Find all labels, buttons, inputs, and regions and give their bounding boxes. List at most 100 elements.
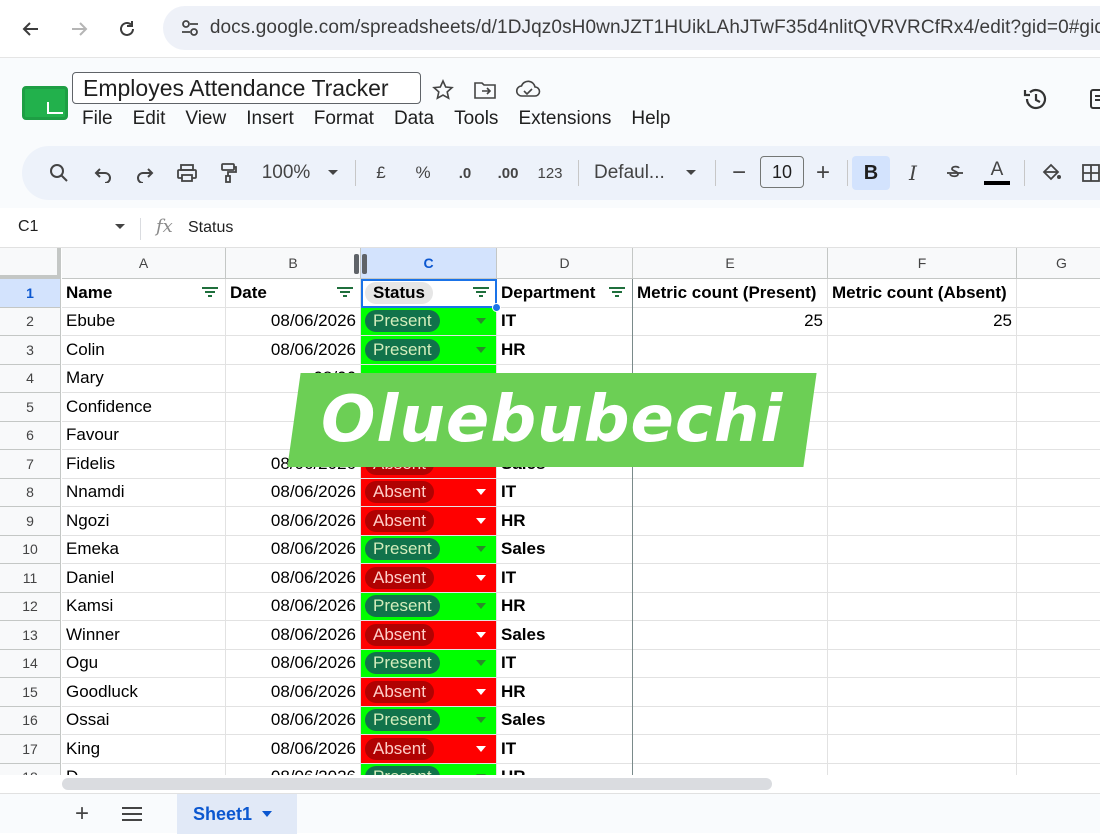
status-cell[interactable]: Present — [361, 706, 497, 735]
metric-absent-cell[interactable] — [828, 421, 1017, 450]
name-box-dropdown-icon[interactable] — [114, 220, 126, 234]
name-cell[interactable]: Mary — [62, 364, 226, 393]
empty-cell[interactable] — [1017, 536, 1100, 564]
row-header[interactable]: 5 — [0, 393, 61, 422]
status-dropdown-icon[interactable] — [476, 346, 486, 353]
metric-absent-cell[interactable] — [828, 763, 1017, 775]
italic-button[interactable]: I — [898, 156, 928, 190]
increase-decimal-button[interactable]: .00 — [492, 156, 524, 190]
add-sheet-button[interactable]: + — [70, 800, 94, 827]
department-cell[interactable]: Sales — [497, 535, 633, 564]
forward-icon[interactable] — [62, 12, 96, 46]
empty-cell[interactable] — [1017, 650, 1100, 678]
empty-cell[interactable] — [1017, 507, 1100, 536]
metric-absent-cell[interactable] — [828, 336, 1017, 365]
sheet-tab-active[interactable]: Sheet1 — [177, 794, 297, 834]
print-icon[interactable] — [172, 156, 202, 190]
strikethrough-icon[interactable] — [940, 156, 970, 190]
status-dropdown-icon[interactable] — [476, 489, 486, 496]
back-icon[interactable] — [14, 12, 48, 46]
select-all-corner[interactable] — [0, 248, 61, 279]
date-cell[interactable]: 08/06/2026 — [226, 592, 361, 621]
metric-present-cell[interactable] — [633, 621, 828, 650]
more-formats-button[interactable]: 123 — [534, 156, 566, 190]
empty-cell[interactable] — [1017, 336, 1100, 365]
empty-cell[interactable] — [1017, 593, 1100, 621]
decrease-decimal-button[interactable]: .0 — [450, 156, 480, 190]
metric-absent-cell[interactable] — [828, 507, 1017, 536]
name-cell[interactable]: Daniel — [62, 564, 226, 593]
row-header[interactable]: 2 — [0, 307, 61, 336]
row-header[interactable]: 18 — [0, 763, 61, 775]
cloud-saved-icon[interactable] — [514, 76, 542, 104]
empty-cell[interactable] — [1017, 564, 1100, 593]
metric-absent-cell[interactable] — [828, 678, 1017, 707]
status-dropdown-icon[interactable] — [476, 546, 486, 553]
row-header[interactable]: 12 — [0, 592, 61, 621]
department-cell[interactable]: HR — [497, 592, 633, 621]
menu-file[interactable]: File — [72, 106, 123, 132]
move-folder-icon[interactable] — [471, 76, 499, 104]
empty-cell[interactable] — [1017, 393, 1100, 422]
date-cell[interactable]: 08/06/2026 — [226, 564, 361, 593]
status-cell[interactable]: Absent — [361, 478, 497, 507]
name-cell[interactable]: King — [62, 735, 226, 764]
status-cell[interactable]: Present — [361, 535, 497, 564]
fill-handle[interactable] — [492, 302, 501, 312]
menu-insert[interactable]: Insert — [236, 106, 304, 132]
paint-format-icon[interactable] — [214, 156, 244, 190]
column-header-f[interactable]: F — [828, 248, 1017, 279]
department-cell[interactable]: IT — [497, 649, 633, 678]
department-cell[interactable]: IT — [497, 478, 633, 507]
status-dropdown-icon[interactable] — [476, 574, 486, 581]
undo-icon[interactable] — [88, 156, 118, 190]
site-settings-icon[interactable] — [171, 17, 210, 39]
font-dropdown-icon[interactable] — [682, 156, 700, 190]
text-color-button[interactable]: A — [982, 156, 1012, 190]
metric-present-cell[interactable] — [633, 678, 828, 707]
empty-cell[interactable] — [1017, 279, 1100, 308]
address-bar[interactable]: docs.google.com/spreadsheets/d/1DJqz0sH0… — [163, 6, 1100, 50]
metric-present-cell[interactable] — [633, 336, 828, 365]
status-dropdown-icon[interactable] — [476, 318, 486, 325]
filter-icon[interactable] — [202, 287, 218, 299]
menu-extensions[interactable]: Extensions — [508, 106, 621, 132]
status-cell[interactable]: Present — [361, 763, 497, 775]
empty-cell[interactable] — [1017, 365, 1100, 393]
status-dropdown-icon[interactable] — [476, 688, 486, 695]
metric-absent-cell[interactable]: 25 — [828, 307, 1017, 336]
metric-absent-cell[interactable] — [828, 649, 1017, 678]
horizontal-scrollbar[interactable] — [62, 778, 772, 790]
row-header[interactable]: 8 — [0, 478, 61, 507]
date-cell[interactable]: 08/06/2026 — [226, 336, 361, 365]
all-sheets-menu-icon[interactable] — [122, 802, 148, 826]
department-cell[interactable]: HR — [497, 336, 633, 365]
metric-present-cell[interactable] — [633, 649, 828, 678]
department-cell[interactable]: Sales — [497, 621, 633, 650]
name-cell[interactable]: Fidelis — [62, 450, 226, 479]
status-dropdown-icon[interactable] — [476, 745, 486, 752]
metric-present-cell[interactable] — [633, 592, 828, 621]
row-header[interactable]: 17 — [0, 735, 61, 764]
date-cell[interactable]: 08/06/2026 — [226, 706, 361, 735]
status-dropdown-icon[interactable] — [476, 717, 486, 724]
row-header[interactable]: 11 — [0, 564, 61, 593]
metric-absent-cell[interactable] — [828, 393, 1017, 422]
font-family-select[interactable]: Defaul... — [594, 156, 672, 190]
reload-icon[interactable] — [110, 12, 144, 46]
row-header[interactable]: 7 — [0, 450, 61, 479]
header-metric-absent[interactable]: Metric count (Absent) — [828, 279, 1017, 308]
name-cell[interactable]: Confidence — [62, 393, 226, 422]
row-header[interactable]: 14 — [0, 649, 61, 678]
status-cell[interactable]: Present — [361, 336, 497, 365]
menu-view[interactable]: View — [175, 106, 236, 132]
row-header[interactable]: 15 — [0, 678, 61, 707]
version-history-icon[interactable] — [1019, 82, 1053, 116]
status-dropdown-icon[interactable] — [476, 774, 486, 775]
row-header[interactable]: 13 — [0, 621, 61, 650]
metric-absent-cell[interactable] — [828, 592, 1017, 621]
search-menus-icon[interactable] — [44, 156, 74, 190]
date-cell[interactable]: 08/06/2026 — [226, 735, 361, 764]
date-cell[interactable]: 08/06/2026 — [226, 535, 361, 564]
metric-present-cell[interactable] — [633, 535, 828, 564]
